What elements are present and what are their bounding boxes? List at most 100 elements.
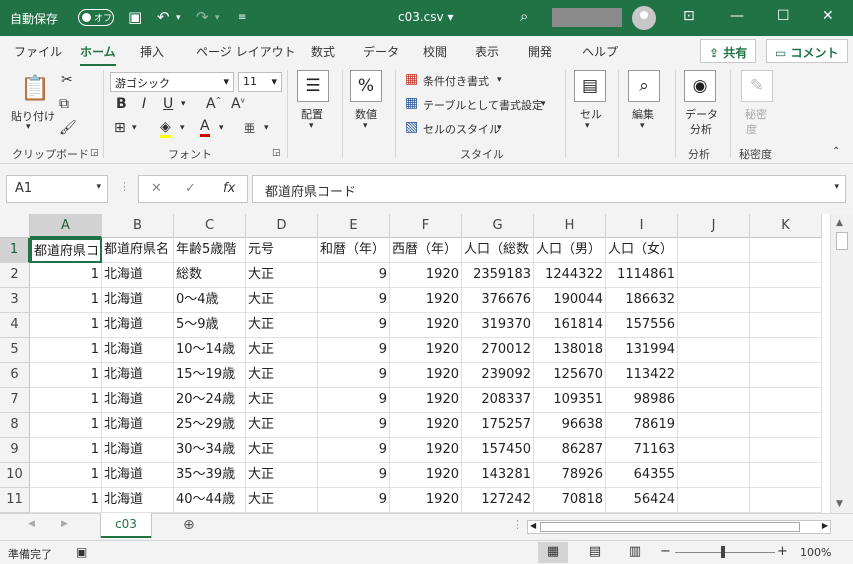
paste-label[interactable]: 貼り付け [11, 108, 55, 124]
editing-search-icon[interactable]: ⌕ [628, 70, 660, 102]
bold-icon[interactable]: B [116, 96, 127, 112]
number-label[interactable]: 数値 [355, 106, 377, 122]
table-cell[interactable] [750, 388, 822, 413]
horizontal-scrollbar[interactable]: ◀ ▶ [527, 520, 831, 534]
table-cell[interactable]: 1 [30, 488, 102, 513]
table-cell[interactable]: 人口（男） [534, 238, 606, 263]
table-cell[interactable] [678, 388, 750, 413]
editing-dropdown-icon[interactable]: ▾ [640, 121, 645, 131]
undo-dropdown-icon[interactable]: ▾ [176, 13, 181, 23]
table-cell[interactable]: 1 [30, 288, 102, 313]
table-cell[interactable] [678, 338, 750, 363]
font-launcher-icon[interactable]: ◲ [272, 148, 281, 158]
table-cell[interactable]: 大正 [246, 438, 318, 463]
table-cell[interactable]: 北海道 [102, 338, 174, 363]
number-dropdown-icon[interactable]: ▾ [363, 121, 368, 131]
table-cell[interactable]: 1920 [390, 363, 462, 388]
table-cell[interactable] [678, 363, 750, 388]
column-header-d[interactable]: D [246, 214, 318, 238]
chevron-down-icon[interactable]: ▾ [541, 99, 546, 109]
table-cell[interactable]: 1244322 [534, 263, 606, 288]
row-header[interactable]: 7 [0, 388, 30, 413]
table-cell[interactable]: 15～19歳 [174, 363, 246, 388]
table-cell[interactable]: 157556 [606, 313, 678, 338]
table-cell[interactable]: 2359183 [462, 263, 534, 288]
table-cell[interactable] [678, 413, 750, 438]
hscroll-thumb[interactable] [540, 522, 800, 532]
table-cell[interactable]: 北海道 [102, 363, 174, 388]
row-header[interactable]: 2 [0, 263, 30, 288]
table-cell[interactable]: 人口（総数 [462, 238, 534, 263]
table-cell[interactable]: 1 [30, 338, 102, 363]
table-cell[interactable] [750, 313, 822, 338]
table-cell[interactable]: 78926 [534, 463, 606, 488]
table-cell[interactable]: 1920 [390, 413, 462, 438]
close-icon[interactable]: ✕ [822, 8, 834, 24]
table-cell[interactable]: 138018 [534, 338, 606, 363]
sensitivity-icon[interactable]: ✎ [741, 70, 773, 102]
table-cell[interactable]: 161814 [534, 313, 606, 338]
table-cell[interactable]: 北海道 [102, 263, 174, 288]
tab-review[interactable]: 校閲 [423, 43, 447, 60]
table-cell[interactable]: 北海道 [102, 388, 174, 413]
tab-file[interactable]: ファイル [14, 43, 62, 60]
table-cell[interactable]: 総数 [174, 263, 246, 288]
table-cell[interactable]: 9 [318, 338, 390, 363]
table-cell[interactable]: 大正 [246, 338, 318, 363]
column-header-g[interactable]: G [462, 214, 534, 238]
table-cell[interactable]: 北海道 [102, 488, 174, 513]
table-cell[interactable]: 319370 [462, 313, 534, 338]
user-name-box[interactable] [552, 8, 622, 27]
table-cell[interactable]: 1114861 [606, 263, 678, 288]
table-cell[interactable]: 北海道 [102, 288, 174, 313]
table-cell[interactable]: 9 [318, 288, 390, 313]
table-cell[interactable]: 1 [30, 263, 102, 288]
conditional-format-icon[interactable]: ▦ [405, 71, 418, 87]
table-cell[interactable]: 9 [318, 463, 390, 488]
scroll-thumb[interactable] [836, 232, 848, 250]
table-cell[interactable]: 56424 [606, 488, 678, 513]
table-format-icon[interactable]: ▦ [405, 95, 418, 111]
autosave-toggle[interactable]: オフ [78, 9, 114, 26]
table-cell[interactable]: 北海道 [102, 463, 174, 488]
analyze-data-label-2[interactable]: 分析 [690, 121, 712, 137]
table-cell[interactable]: 64355 [606, 463, 678, 488]
cell-style-label[interactable]: セルのスタイル [423, 121, 500, 137]
table-cell[interactable] [750, 238, 822, 263]
font-color-dropdown-icon[interactable]: ▾ [219, 123, 224, 133]
row-header[interactable]: 1 [0, 238, 30, 263]
table-cell[interactable]: 元号 [246, 238, 318, 263]
table-cell[interactable]: 1920 [390, 388, 462, 413]
table-cell[interactable]: 9 [318, 438, 390, 463]
font-size-select[interactable]: 11 ▾ [238, 72, 282, 92]
table-cell[interactable]: 1920 [390, 488, 462, 513]
column-header-e[interactable]: E [318, 214, 390, 238]
table-cell[interactable]: 1920 [390, 288, 462, 313]
zoom-out-icon[interactable]: − [660, 544, 671, 559]
row-header[interactable]: 3 [0, 288, 30, 313]
borders-icon[interactable]: ⊞ [114, 120, 126, 136]
analyze-data-label-1[interactable]: データ [685, 106, 718, 122]
search-icon[interactable]: ⌕ [520, 7, 528, 25]
sensitivity-label-1[interactable]: 秘密 [745, 106, 767, 122]
table-cell[interactable] [750, 338, 822, 363]
zoom-level[interactable]: 100% [800, 546, 831, 559]
table-cell[interactable] [750, 463, 822, 488]
table-cell[interactable]: 9 [318, 313, 390, 338]
table-cell[interactable] [750, 413, 822, 438]
format-painter-icon[interactable]: 🖌 [59, 120, 77, 136]
phonetic-icon[interactable]: 亜 [244, 120, 255, 136]
expand-formula-icon[interactable]: ▾ [834, 182, 839, 192]
table-cell[interactable] [678, 238, 750, 263]
table-cell[interactable]: 5～9歳 [174, 313, 246, 338]
table-cell[interactable] [678, 313, 750, 338]
table-cell[interactable]: 175257 [462, 413, 534, 438]
table-cell[interactable]: 9 [318, 488, 390, 513]
table-cell[interactable]: 270012 [462, 338, 534, 363]
table-cell[interactable]: 25～29歳 [174, 413, 246, 438]
copy-icon[interactable]: ⧉ [59, 96, 69, 112]
redo-dropdown-icon[interactable]: ▾ [215, 13, 220, 23]
tab-split-icon[interactable]: ⋮ [512, 518, 523, 531]
macro-record-icon[interactable]: ▣ [76, 545, 87, 559]
table-cell[interactable]: 186632 [606, 288, 678, 313]
